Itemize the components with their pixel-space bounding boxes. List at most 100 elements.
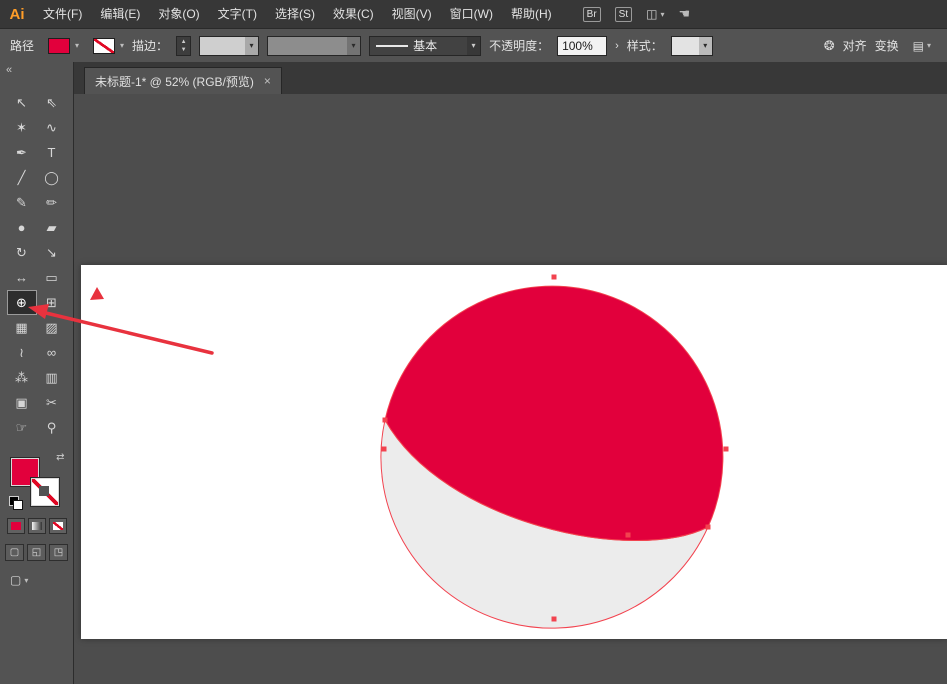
change-screen-mode-button[interactable]: ▢ ▾ xyxy=(10,573,73,587)
column-graph-tool[interactable]: ▥ xyxy=(37,365,67,390)
menu-item[interactable]: 选择(S) xyxy=(266,0,324,28)
symbol-sprayer-tool[interactable]: ⁂ xyxy=(7,365,37,390)
shape-builder-tool[interactable]: ⊕ xyxy=(6,290,37,315)
color-mode-buttons xyxy=(0,518,73,534)
brush-definition-select[interactable]: 基本 ▾ xyxy=(369,35,482,56)
slice-tool[interactable]: ✂ xyxy=(37,390,67,415)
stroke-weight-select[interactable]: ▾ xyxy=(199,35,260,56)
draw-behind-button[interactable]: ◱ xyxy=(27,544,46,561)
perspective-grid-tool[interactable]: ⊞ xyxy=(37,290,67,315)
lasso-tool[interactable]: ∿ xyxy=(37,115,67,140)
menu-item[interactable]: 文字(T) xyxy=(209,0,266,28)
workspace-switcher[interactable]: ◫ ▾ xyxy=(646,7,664,21)
anchor-point[interactable] xyxy=(381,446,387,452)
document-setup-globe-icon[interactable]: ❂ xyxy=(824,38,835,54)
eraser-tool[interactable]: ▰ xyxy=(37,215,67,240)
cs-live-icon[interactable]: ☚ xyxy=(678,6,690,22)
stroke-swatch[interactable] xyxy=(30,478,59,506)
scale-tool[interactable]: ↘ xyxy=(37,240,67,265)
collapse-panel-button[interactable]: « xyxy=(0,62,73,78)
anchor-point[interactable] xyxy=(551,274,557,280)
panel-menu-button[interactable]: ▤ ▾ xyxy=(913,39,931,53)
magic-wand-tool[interactable]: ✶ xyxy=(7,115,37,140)
gradient-button[interactable] xyxy=(27,518,46,534)
gradient-tool[interactable]: ▨ xyxy=(37,315,67,340)
hand-tool[interactable]: ☞ xyxy=(7,415,37,440)
zoom-tool[interactable]: ⚲ xyxy=(37,415,67,440)
close-icon[interactable]: × xyxy=(264,74,271,88)
draw-inside-button[interactable]: ◳ xyxy=(49,544,68,561)
stroke-weight-stepper[interactable]: ▲ ▼ xyxy=(176,35,192,56)
rotate-tool[interactable]: ↻ xyxy=(7,240,37,265)
type-tool[interactable]: T xyxy=(37,140,67,165)
variable-width-profile-select[interactable]: ▾ xyxy=(267,35,362,56)
direct-selection-tool[interactable]: ⇖ xyxy=(37,90,67,115)
bridge-button[interactable]: Br xyxy=(582,6,601,22)
artwork-layer xyxy=(380,274,729,629)
paintbrush-tool[interactable]: ✎ xyxy=(7,190,37,215)
chevron-down-icon: ▾ xyxy=(120,41,125,50)
transform-button[interactable]: 变换 xyxy=(875,37,899,54)
anchor-point[interactable] xyxy=(723,446,729,452)
chevron-down-icon: ▾ xyxy=(24,575,29,585)
menu-item[interactable]: 视图(V) xyxy=(383,0,441,28)
line-segment-tool[interactable]: ╱ xyxy=(7,165,37,190)
chevron-down-icon: ▾ xyxy=(245,36,259,55)
fill-color-picker[interactable]: ▾ xyxy=(48,37,79,54)
menu-item[interactable]: 窗口(W) xyxy=(441,0,502,28)
default-fill-mini-swatch xyxy=(12,500,23,510)
menu-bar: Ai 文件(F) 编辑(E) 对象(O) 文字(T) 选择(S) 效果(C) 视… xyxy=(0,0,947,28)
menu-items: 文件(F) 编辑(E) 对象(O) 文字(T) 选择(S) 效果(C) 视图(V… xyxy=(34,0,561,28)
menu-item[interactable]: 效果(C) xyxy=(324,0,383,28)
mesh-tool[interactable]: ▦ xyxy=(7,315,37,340)
menu-item[interactable]: 文件(F) xyxy=(34,0,91,28)
fill-stroke-indicator: ⇄ xyxy=(8,452,65,510)
chevron-down-icon: ▾ xyxy=(467,36,481,55)
draw-normal-button[interactable]: ▢ xyxy=(5,544,24,561)
default-fill-stroke-icon[interactable] xyxy=(8,496,23,510)
gradient-button-swatch xyxy=(31,522,42,530)
opacity-flyout-arrow[interactable]: › xyxy=(615,40,619,52)
stock-button[interactable]: St xyxy=(614,6,633,22)
menu-item[interactable]: 帮助(H) xyxy=(502,0,561,28)
artboard-tool[interactable]: ▣ xyxy=(7,390,37,415)
canvas-area[interactable] xyxy=(74,94,947,684)
tools-panel: « ↖ ⇖ ✶ ∿ ✒ T ╱ ◯ ✎ ✏ ● ▰ ↻ ↘ ↔ ▭ ⊕ ⊞ ▦ … xyxy=(0,62,74,684)
anchor-point[interactable] xyxy=(382,417,388,423)
anchor-point[interactable] xyxy=(625,532,631,538)
pen-tool[interactable]: ✒ xyxy=(7,140,37,165)
pencil-tool[interactable]: ✏ xyxy=(37,190,67,215)
color-button-swatch xyxy=(10,522,21,530)
tools-grid: ↖ ⇖ ✶ ∿ ✒ T ╱ ◯ ✎ ✏ ● ▰ ↻ ↘ ↔ ▭ ⊕ ⊞ ▦ ▨ … xyxy=(0,90,73,440)
color-button[interactable] xyxy=(6,518,25,534)
opacity-input[interactable]: 100% xyxy=(557,35,608,56)
brush-definition-value: 基本 xyxy=(413,39,438,53)
stroke-color-picker[interactable]: ▾ xyxy=(93,37,125,54)
stepper-up-icon: ▲ xyxy=(180,38,187,45)
style-select[interactable]: ▾ xyxy=(670,35,713,56)
align-button[interactable]: 对齐 xyxy=(843,37,867,54)
menu-item[interactable]: 对象(O) xyxy=(149,0,208,28)
chevron-down-icon: ▾ xyxy=(926,41,931,50)
selection-type-label: 路径 xyxy=(10,39,35,53)
panel-menu-icon: ▤ xyxy=(912,38,924,53)
width-tool[interactable]: ↔ xyxy=(7,265,37,290)
opacity-label: 不透明度： xyxy=(489,39,550,53)
anchor-point[interactable] xyxy=(551,616,557,622)
stroke-swatch-hole xyxy=(38,486,49,496)
menu-item[interactable]: 编辑(E) xyxy=(91,0,149,28)
free-transform-tool[interactable]: ▭ xyxy=(37,265,67,290)
swap-fill-stroke-icon[interactable]: ⇄ xyxy=(56,452,64,463)
none-button[interactable] xyxy=(48,518,67,534)
document-tab[interactable]: 未标题-1* @ 52% (RGB/预览) × xyxy=(84,67,282,94)
app-logo-icon: Ai xyxy=(9,5,25,23)
selection-tool[interactable]: ↖ xyxy=(7,90,37,115)
ellipse-tool[interactable]: ◯ xyxy=(37,165,67,190)
document-tab-bar: 未标题-1* @ 52% (RGB/预览) × xyxy=(74,62,947,94)
blob-brush-tool[interactable]: ● xyxy=(7,215,37,240)
anchor-point[interactable] xyxy=(705,524,711,530)
control-bar: 路径 ▾ ▾ 描边： ▲ ▼ ▾ ▾ 基本 ▾ 不透明度： 100% › 样式： xyxy=(0,28,947,63)
eyedropper-tool[interactable]: ≀ xyxy=(7,340,37,365)
blend-tool[interactable]: ∞ xyxy=(37,340,67,365)
screen-mode-icon: ▢ xyxy=(10,573,22,587)
